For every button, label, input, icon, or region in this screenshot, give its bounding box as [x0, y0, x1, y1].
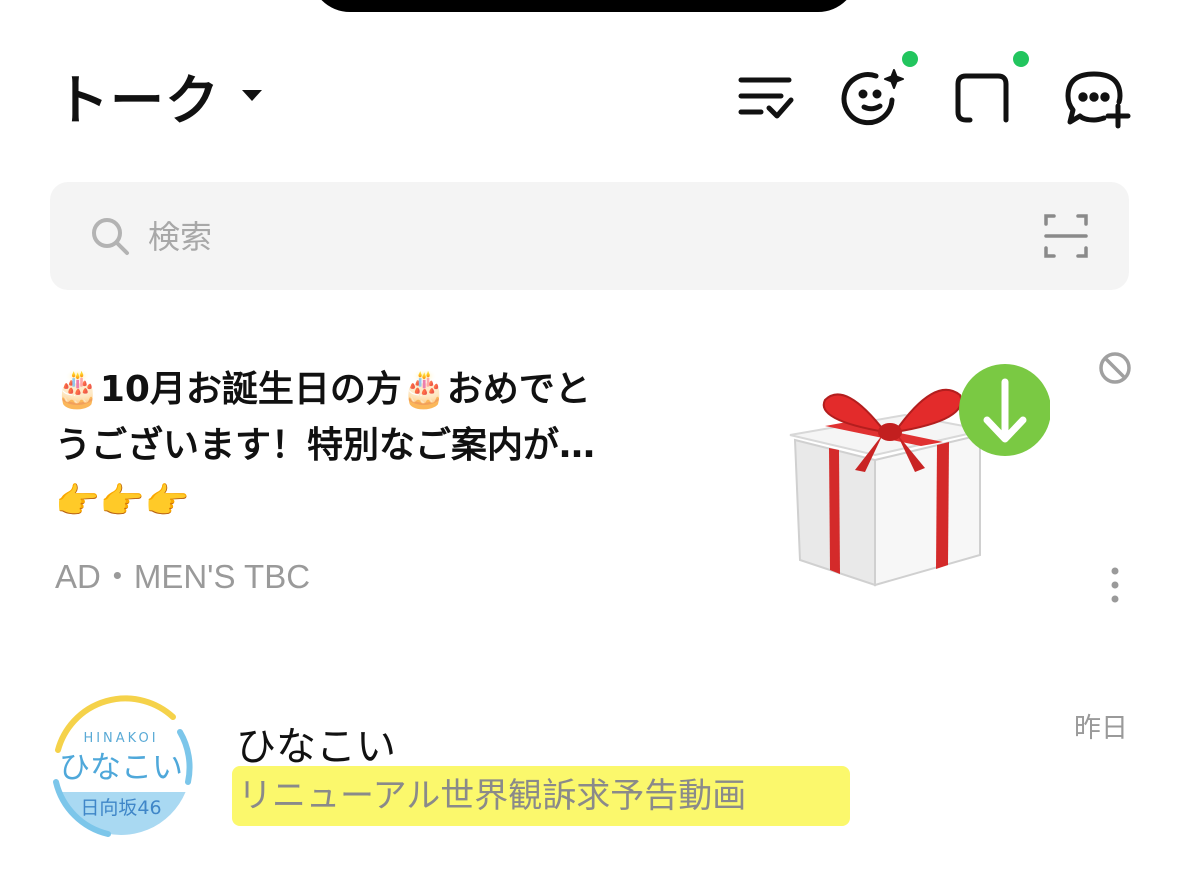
face-sparkle-icon[interactable] [841, 66, 906, 130]
ad-banner[interactable]: 🎂10月お誕生日の方🎂おめでとうございます！特別なご案内が…👉👉👉 AD・MEN… [55, 352, 1135, 620]
avatar-bottom-text: 日向坂46 [80, 797, 161, 819]
gift-box-image [789, 364, 1050, 587]
chat-last-message: リニューアル世界観訴求予告動画 [232, 766, 850, 826]
search-icon [92, 218, 129, 255]
device-notch [310, 0, 858, 12]
chat-name: ひなこい [236, 724, 396, 770]
notification-dot [1013, 51, 1029, 67]
list-check-icon[interactable] [735, 66, 799, 130]
square-chat-icon[interactable] [952, 66, 1016, 130]
search-bar[interactable] [50, 182, 1129, 290]
ad-sponsor: AD・MEN'S TBC [55, 558, 311, 595]
page-title: トーク [55, 69, 220, 132]
chat-timestamp: 昨日 [1074, 713, 1128, 744]
chat-add-icon[interactable] [1064, 66, 1131, 130]
caret-down-icon [242, 90, 262, 101]
avatar-top-text: HINAKOI [83, 731, 158, 746]
talk-screen: トーク 検索 🎂10月お誕生日の方🎂おめでとうございます！特別なご案内が…👉👉👉… [0, 0, 1179, 882]
search-input[interactable] [146, 208, 1010, 266]
talk-title-dropdown[interactable]: トーク [55, 56, 262, 135]
qr-scan-icon[interactable] [1044, 214, 1088, 258]
avatar-main-text: ひなこい [59, 750, 183, 786]
chat-row[interactable]: HINAKOI ひなこい 日向坂46 ひなこい 昨日 リニューアル世界観訴求予告… [48, 692, 1138, 842]
more-vertical-icon[interactable] [1105, 565, 1125, 605]
avatar: HINAKOI ひなこい 日向坂46 [51, 695, 193, 837]
block-ad-icon[interactable] [1097, 350, 1133, 386]
ad-text: 🎂10月お誕生日の方🎂おめでとうございます！特別なご案内が…👉👉👉 [55, 369, 596, 522]
notification-dot [902, 51, 918, 67]
